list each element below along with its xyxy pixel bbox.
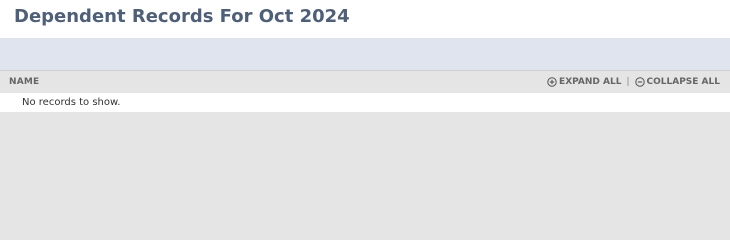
column-header-name[interactable]: NAME xyxy=(9,77,39,87)
page-title: Dependent Records For Oct 2024 xyxy=(14,6,350,27)
page: Dependent Records For Oct 2024 NAME EXPA… xyxy=(0,0,730,200)
collapse-all-label: COLLAPSE ALL xyxy=(646,77,721,87)
controls-separator: | xyxy=(626,77,630,87)
empty-state-row: No records to show. xyxy=(0,93,730,112)
plus-circle-icon xyxy=(547,77,557,87)
table-header: NAME EXPAND ALL | COLLAPSE ALL xyxy=(0,71,730,93)
minus-circle-icon xyxy=(634,77,645,87)
expand-all-button[interactable]: EXPAND ALL xyxy=(547,77,621,87)
tree-controls: EXPAND ALL | COLLAPSE ALL xyxy=(547,77,720,87)
empty-message: No records to show. xyxy=(22,97,121,108)
toolbar-band xyxy=(0,38,730,71)
title-bar: Dependent Records For Oct 2024 xyxy=(0,0,730,38)
expand-all-label: EXPAND ALL xyxy=(559,77,622,87)
collapse-all-button[interactable]: COLLAPSE ALL xyxy=(634,77,721,87)
